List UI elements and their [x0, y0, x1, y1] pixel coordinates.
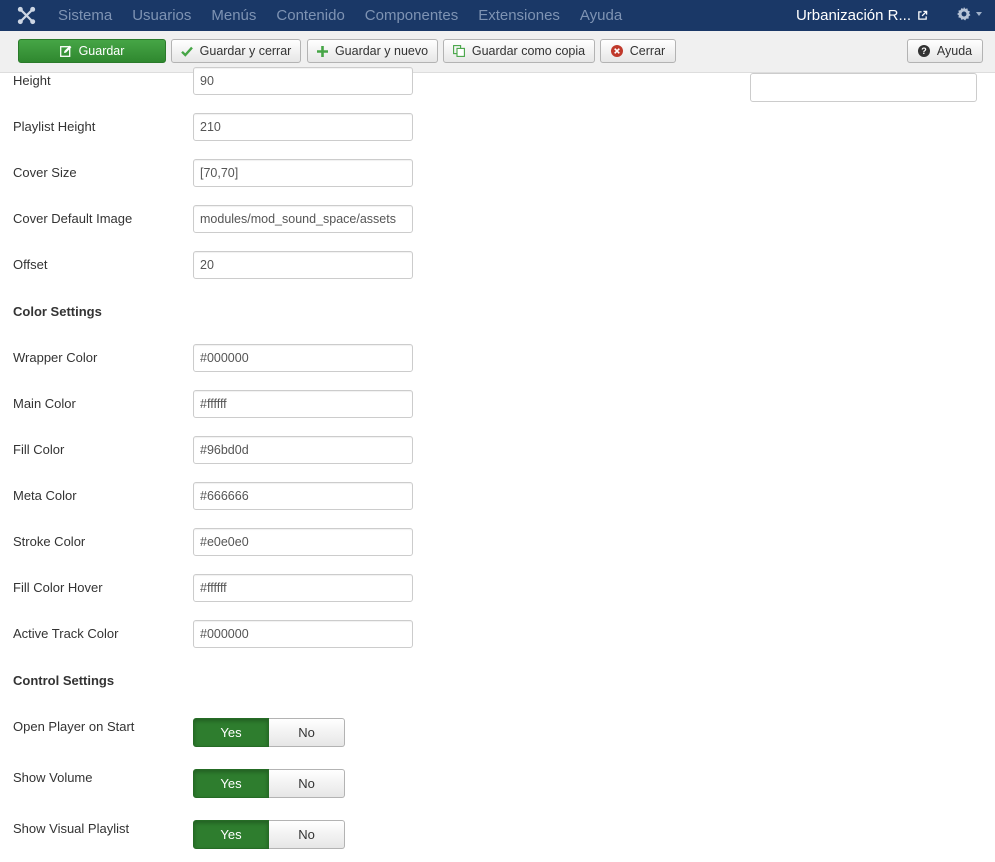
- check-icon: [180, 46, 193, 57]
- main-color-label: Main Color: [13, 396, 76, 411]
- show-volume-toggle: Yes No: [193, 769, 345, 798]
- save-as-copy-button[interactable]: Guardar como copia: [443, 39, 595, 63]
- help-button[interactable]: ? Ayuda: [907, 39, 983, 63]
- control-settings-heading: Control Settings: [13, 673, 115, 688]
- menu-item-ayuda[interactable]: Ayuda: [580, 7, 622, 24]
- close-label: Cerrar: [629, 44, 666, 58]
- menu-item-menus[interactable]: Menús: [211, 7, 256, 24]
- menu-item-componentes[interactable]: Componentes: [365, 7, 458, 24]
- save-and-close-label: Guardar y cerrar: [199, 44, 292, 58]
- fill-color-input[interactable]: [193, 436, 413, 464]
- stroke-color-label: Stroke Color: [13, 534, 86, 549]
- joomla-logo-icon[interactable]: [17, 6, 36, 25]
- main-color-input[interactable]: [193, 390, 413, 418]
- stroke-color-input[interactable]: [193, 528, 413, 556]
- cover-size-input[interactable]: [193, 159, 413, 187]
- open-player-yes-button[interactable]: Yes: [193, 718, 269, 747]
- cover-size-label: Cover Size: [13, 165, 77, 180]
- show-visual-playlist-label: Show Visual Playlist: [13, 821, 130, 836]
- meta-color-label: Meta Color: [13, 488, 77, 503]
- save-label: Guardar: [78, 44, 125, 58]
- settings-menu[interactable]: [957, 7, 982, 21]
- toolbar: Guardar Guardar y cerrar Guardar y nuevo…: [0, 31, 995, 73]
- active-track-color-input[interactable]: [193, 620, 413, 648]
- meta-color-input[interactable]: [193, 482, 413, 510]
- close-icon: [610, 45, 623, 57]
- show-volume-yes-button[interactable]: Yes: [193, 769, 269, 798]
- sidebar-input[interactable]: [750, 73, 977, 102]
- show-visual-playlist-no-button[interactable]: No: [269, 820, 345, 849]
- color-settings-heading: Color Settings: [13, 304, 102, 319]
- playlist-height-label: Playlist Height: [13, 119, 96, 134]
- offset-label: Offset: [13, 257, 48, 272]
- fill-color-hover-input[interactable]: [193, 574, 413, 602]
- svg-text:?: ?: [921, 46, 927, 56]
- external-link-icon: [918, 10, 928, 20]
- wrapper-color-input[interactable]: [193, 344, 413, 372]
- show-visual-playlist-toggle: Yes No: [193, 820, 345, 849]
- save-as-copy-label: Guardar como copia: [471, 44, 586, 58]
- edit-icon: [59, 45, 72, 57]
- open-player-label: Open Player on Start: [13, 719, 135, 734]
- help-label: Ayuda: [936, 44, 973, 58]
- gear-icon: [957, 7, 971, 21]
- height-label: Height: [13, 73, 51, 88]
- save-button[interactable]: Guardar: [18, 39, 166, 63]
- menu-item-extensiones[interactable]: Extensiones: [478, 7, 560, 24]
- height-input[interactable]: [193, 67, 413, 95]
- site-link[interactable]: Urbanización R...: [796, 0, 928, 31]
- show-volume-no-button[interactable]: No: [269, 769, 345, 798]
- menu-item-usuarios[interactable]: Usuarios: [132, 7, 191, 24]
- open-player-no-button[interactable]: No: [269, 718, 345, 747]
- question-icon: ?: [917, 45, 930, 57]
- cover-default-image-label: Cover Default Image: [13, 211, 133, 226]
- active-track-color-label: Active Track Color: [13, 626, 119, 641]
- cover-default-image-input[interactable]: [193, 205, 413, 233]
- chevron-down-icon: [976, 12, 982, 16]
- save-and-new-label: Guardar y nuevo: [334, 44, 429, 58]
- top-navbar: Sistema Usuarios Menús Contenido Compone…: [0, 0, 995, 31]
- playlist-height-input[interactable]: [193, 113, 413, 141]
- main-menu: Sistema Usuarios Menús Contenido Compone…: [58, 0, 642, 31]
- menu-item-sistema[interactable]: Sistema: [58, 7, 112, 24]
- menu-item-contenido[interactable]: Contenido: [276, 7, 344, 24]
- plus-icon: [316, 45, 328, 57]
- save-and-close-button[interactable]: Guardar y cerrar: [171, 39, 301, 63]
- save-and-new-button[interactable]: Guardar y nuevo: [307, 39, 438, 63]
- fill-color-label: Fill Color: [13, 442, 65, 457]
- show-volume-label: Show Volume: [13, 770, 93, 785]
- offset-input[interactable]: [193, 251, 413, 279]
- copy-icon: [452, 45, 465, 57]
- fill-color-hover-label: Fill Color Hover: [13, 580, 103, 595]
- wrapper-color-label: Wrapper Color: [13, 350, 98, 365]
- close-button[interactable]: Cerrar: [600, 39, 676, 63]
- site-name: Urbanización R...: [795, 7, 911, 24]
- open-player-toggle: Yes No: [193, 718, 345, 747]
- show-visual-playlist-yes-button[interactable]: Yes: [193, 820, 269, 849]
